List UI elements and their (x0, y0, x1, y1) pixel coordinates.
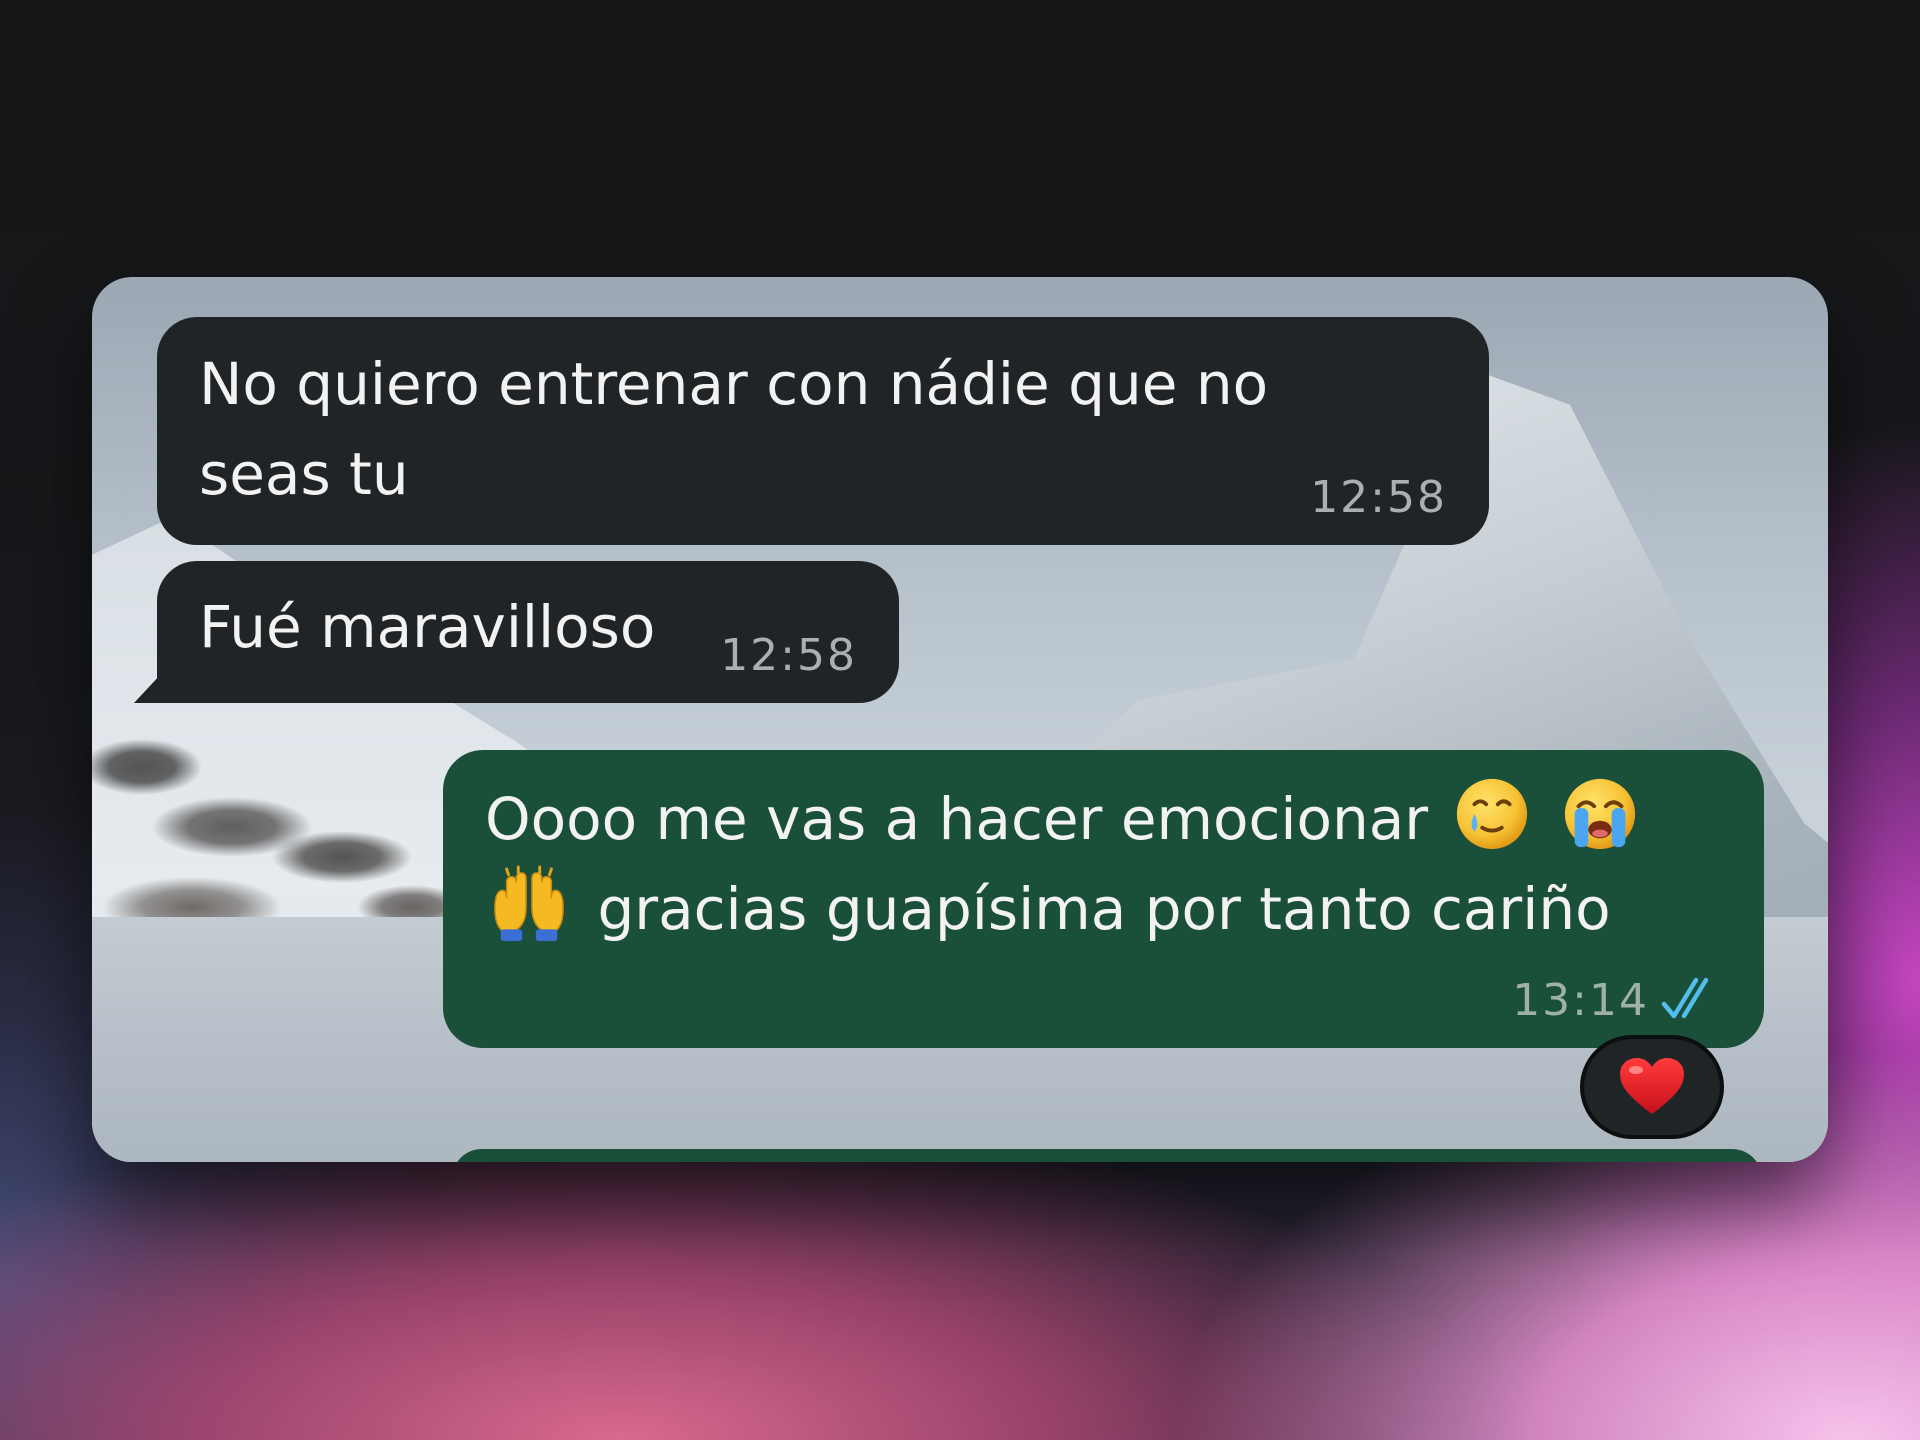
message-line: Oooo me vas a hacer emocionar (485, 774, 1724, 864)
loudly-crying-face-icon (1564, 778, 1636, 850)
message-bubble-outgoing-partial[interactable] (452, 1149, 1762, 1162)
message-line-text: gracias guapísima por tanto cariño (597, 875, 1611, 943)
message-line: seas tu (199, 440, 409, 508)
message-line: gracias guapísima por tanto cariño (485, 864, 1724, 954)
double-check-read-icon (1661, 977, 1709, 1019)
message-timestamp: 12:58 (720, 630, 857, 681)
message-line: No quiero entrenar con nádie que no (199, 350, 1269, 418)
face-holding-back-tears-icon (1456, 778, 1527, 850)
message-text: Oooo me vas a hacer emocionar gracias gu… (485, 774, 1724, 954)
message-bubble-outgoing[interactable]: Oooo me vas a hacer emocionar gracias gu… (443, 750, 1764, 1048)
message-bubble-incoming[interactable]: No quiero entrenar con nádie que no seas… (157, 317, 1489, 545)
red-heart-icon (1620, 1058, 1684, 1114)
message-timestamp: 13:14 (1512, 975, 1649, 1026)
raising-hands-icon (494, 865, 564, 942)
chat-window: No quiero entrenar con nádie que no seas… (92, 277, 1828, 1162)
message-bubble-incoming[interactable]: Fué maravilloso 12:58 (157, 561, 899, 703)
message-line-text: Oooo me vas a hacer emocionar (485, 785, 1429, 853)
message-reaction[interactable] (1580, 1035, 1724, 1139)
message-timestamp: 12:58 (1310, 472, 1447, 523)
message-text: No quiero entrenar con nádie que no seas… (199, 339, 1449, 519)
